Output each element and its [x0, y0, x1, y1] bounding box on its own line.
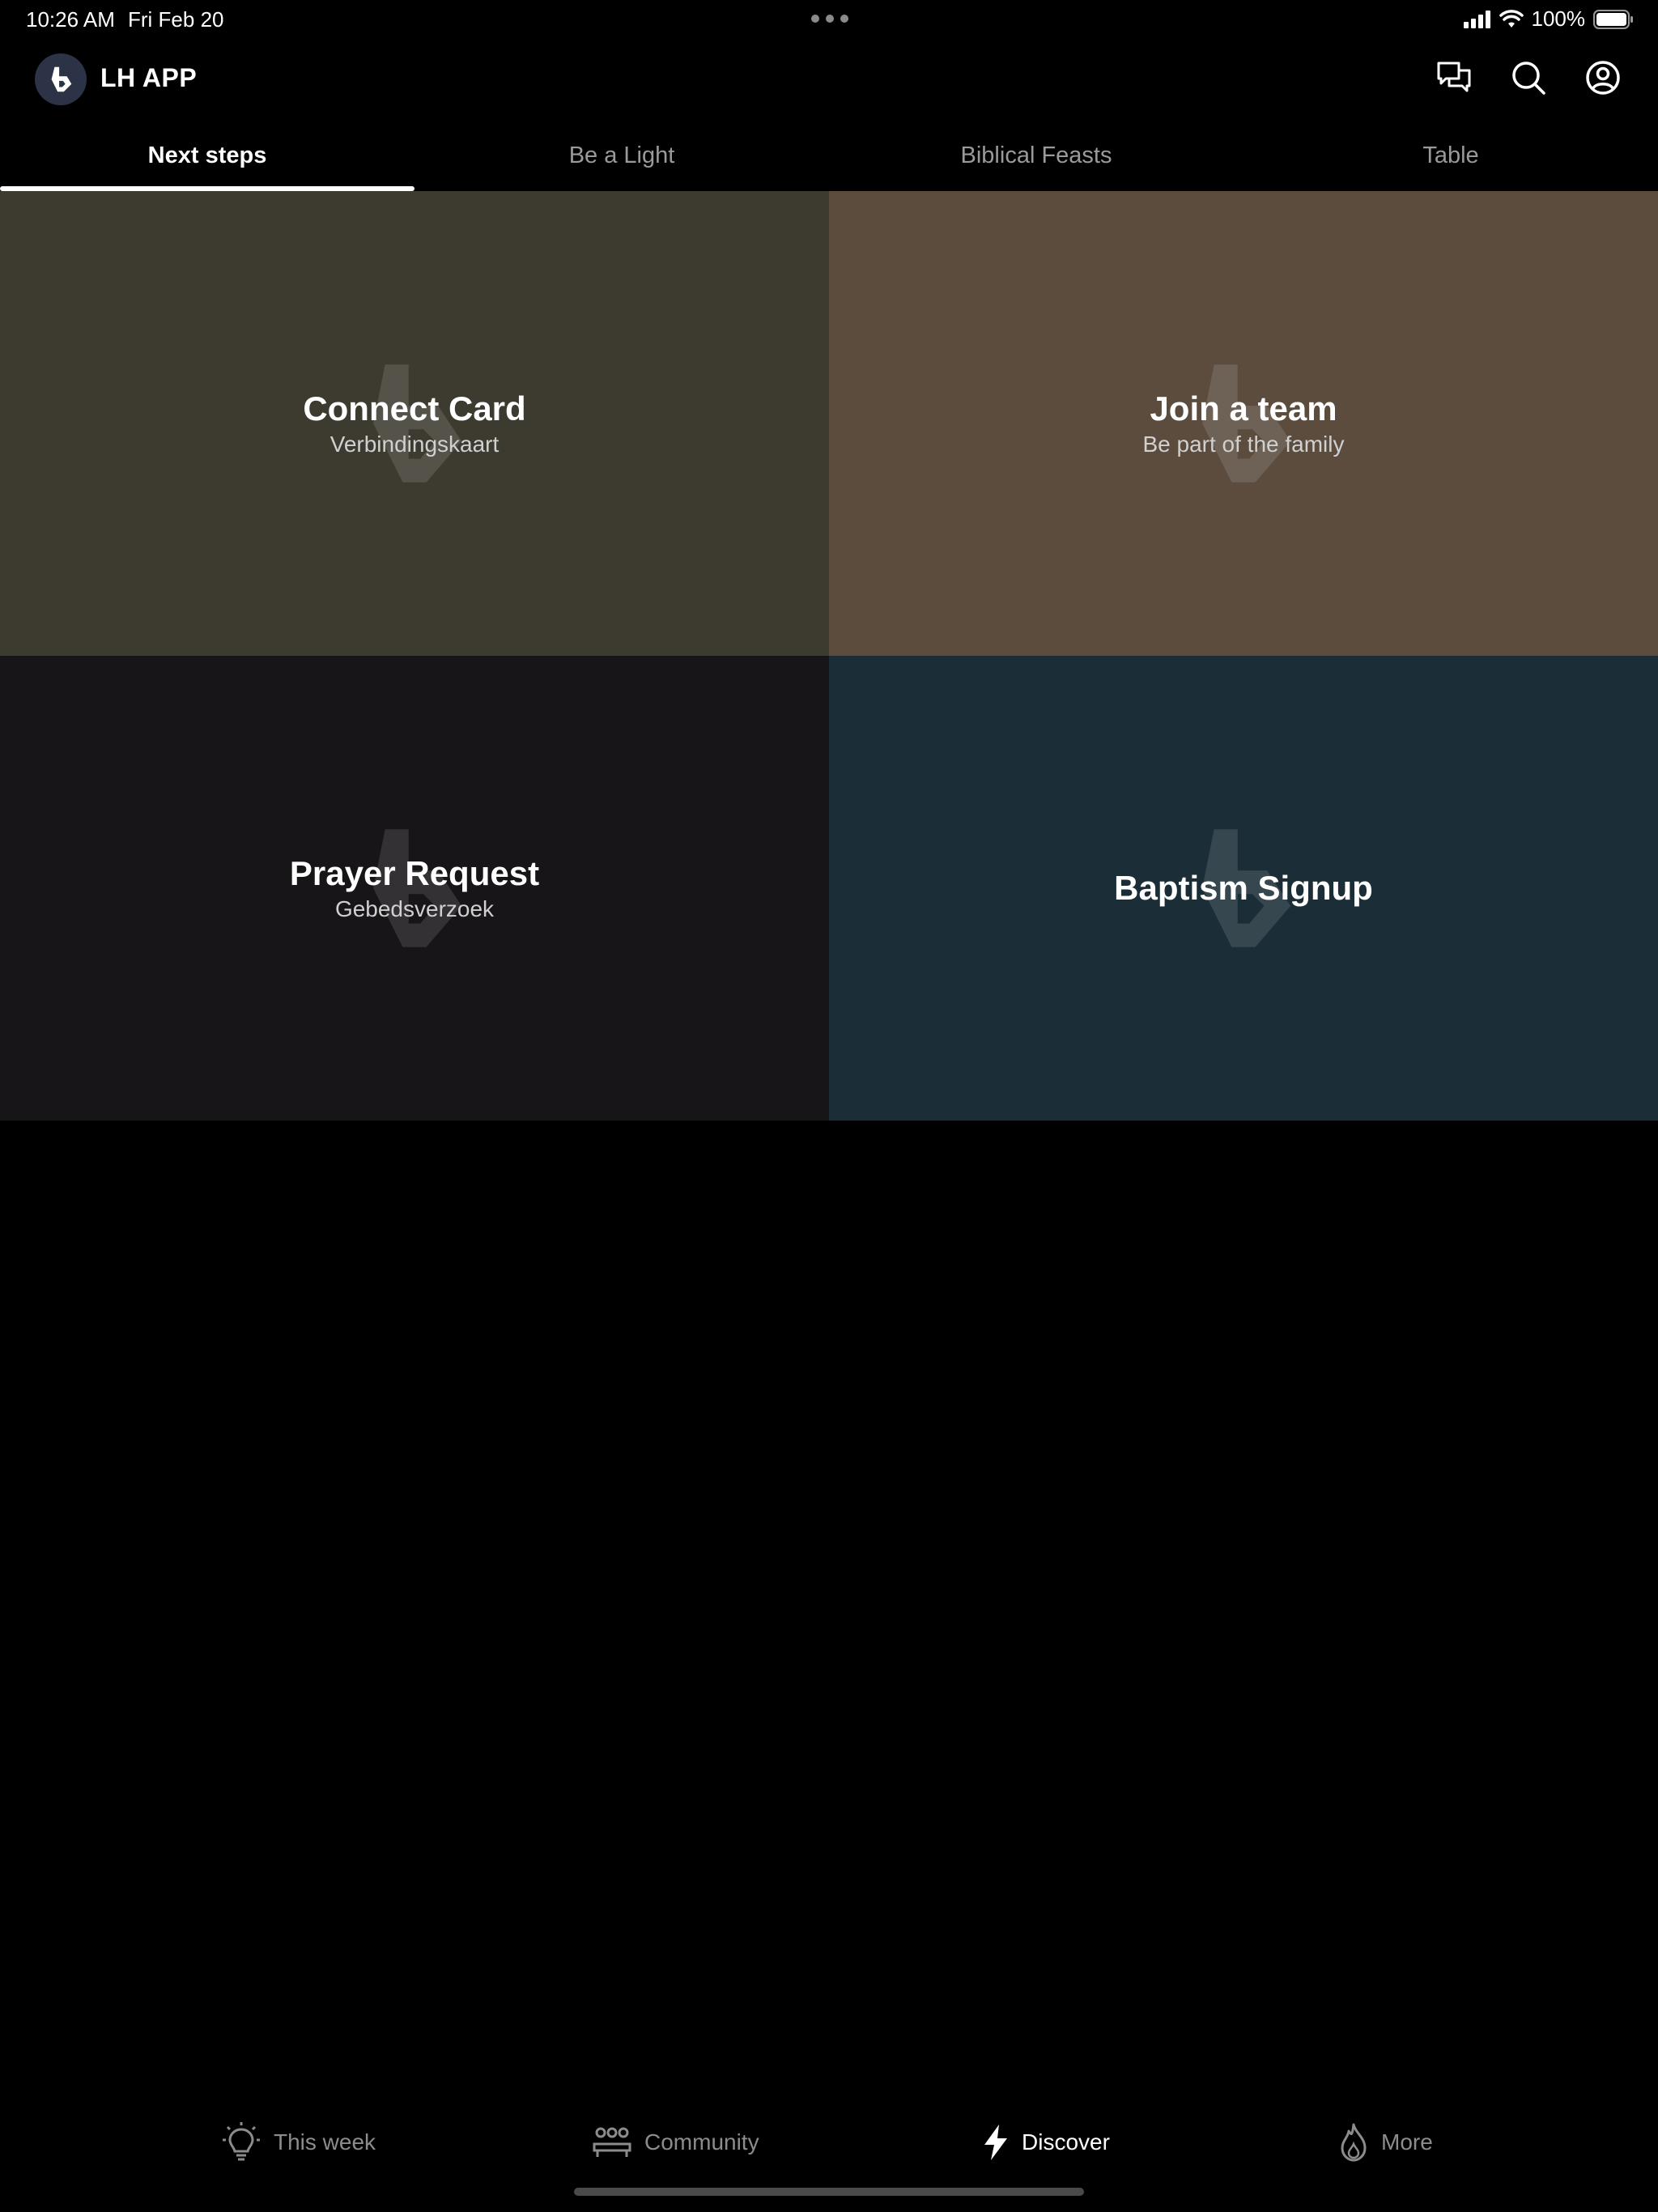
lightbulb-icon [223, 2122, 260, 2161]
card-baptism-signup[interactable]: Baptism Signup [829, 656, 1658, 1121]
tab-label: Table [1422, 143, 1479, 168]
home-indicator[interactable] [574, 2188, 1084, 2196]
tab-label: Be a Light [568, 143, 675, 168]
card-grid: Connect Card Verbindingskaart Join a tea… [0, 191, 1658, 1121]
nav-label: More [1381, 2129, 1433, 2155]
battery-icon [1593, 9, 1633, 29]
cellular-signal-icon [1463, 10, 1490, 28]
card-title: Prayer Request [289, 854, 540, 892]
card-title: Baptism Signup [1114, 869, 1373, 907]
multitasking-dots[interactable] [811, 15, 848, 23]
wifi-icon [1499, 9, 1524, 28]
tab-table[interactable]: Table [1244, 128, 1658, 191]
card-subtitle: Gebedsverzoek [334, 896, 495, 921]
nav-label: This week [274, 2129, 376, 2155]
card-prayer-request[interactable]: Prayer Request Gebedsverzoek [0, 656, 829, 1121]
brand-logo-icon [51, 66, 72, 92]
tab-biblical-feasts[interactable]: Biblical Feasts [829, 128, 1244, 191]
nav-community[interactable]: Community [591, 2110, 759, 2175]
tab-next-steps[interactable]: Next steps [0, 128, 414, 191]
bottom-nav: This week Community Discover More [0, 2110, 1658, 2175]
battery-percentage: 100% [1531, 6, 1586, 31]
card-title: Join a team [1150, 389, 1337, 428]
community-icon [593, 2127, 631, 2157]
search-icon[interactable] [1509, 58, 1548, 97]
status-bar: 10:26 AM Fri Feb 20 100% [0, 0, 1658, 39]
lightning-icon [984, 2125, 1007, 2160]
nav-label: Discover [1022, 2129, 1110, 2155]
tab-label: Next steps [147, 143, 267, 168]
app-title: LH APP [100, 63, 198, 92]
app-logo [35, 53, 87, 105]
tab-be-a-light[interactable]: Be a Light [414, 128, 829, 191]
card-subtitle: Verbindingskaart [329, 432, 500, 457]
status-date: Fri Feb 20 [128, 7, 224, 32]
card-join-a-team[interactable]: Join a team Be part of the family [829, 191, 1658, 656]
nav-more[interactable]: More [1337, 2110, 1433, 2175]
flame-icon [1341, 2123, 1367, 2162]
nav-this-week[interactable]: This week [220, 2110, 376, 2175]
chat-icon[interactable] [1435, 58, 1473, 97]
status-indicators: 100% [1463, 6, 1635, 32]
nav-label: Community [644, 2129, 759, 2155]
status-time: 10:26 AM [26, 7, 115, 32]
app-header: LH APP [0, 39, 1658, 120]
tab-bar: Next steps Be a Light Biblical Feasts Ta… [0, 128, 1658, 191]
account-icon[interactable] [1584, 58, 1622, 97]
card-connect-card[interactable]: Connect Card Verbindingskaart [0, 191, 829, 656]
card-subtitle: Be part of the family [1142, 432, 1345, 457]
tab-label: Biblical Feasts [960, 143, 1112, 168]
header-actions [1435, 58, 1622, 97]
nav-discover[interactable]: Discover [981, 2110, 1110, 2175]
card-title: Connect Card [303, 389, 526, 428]
